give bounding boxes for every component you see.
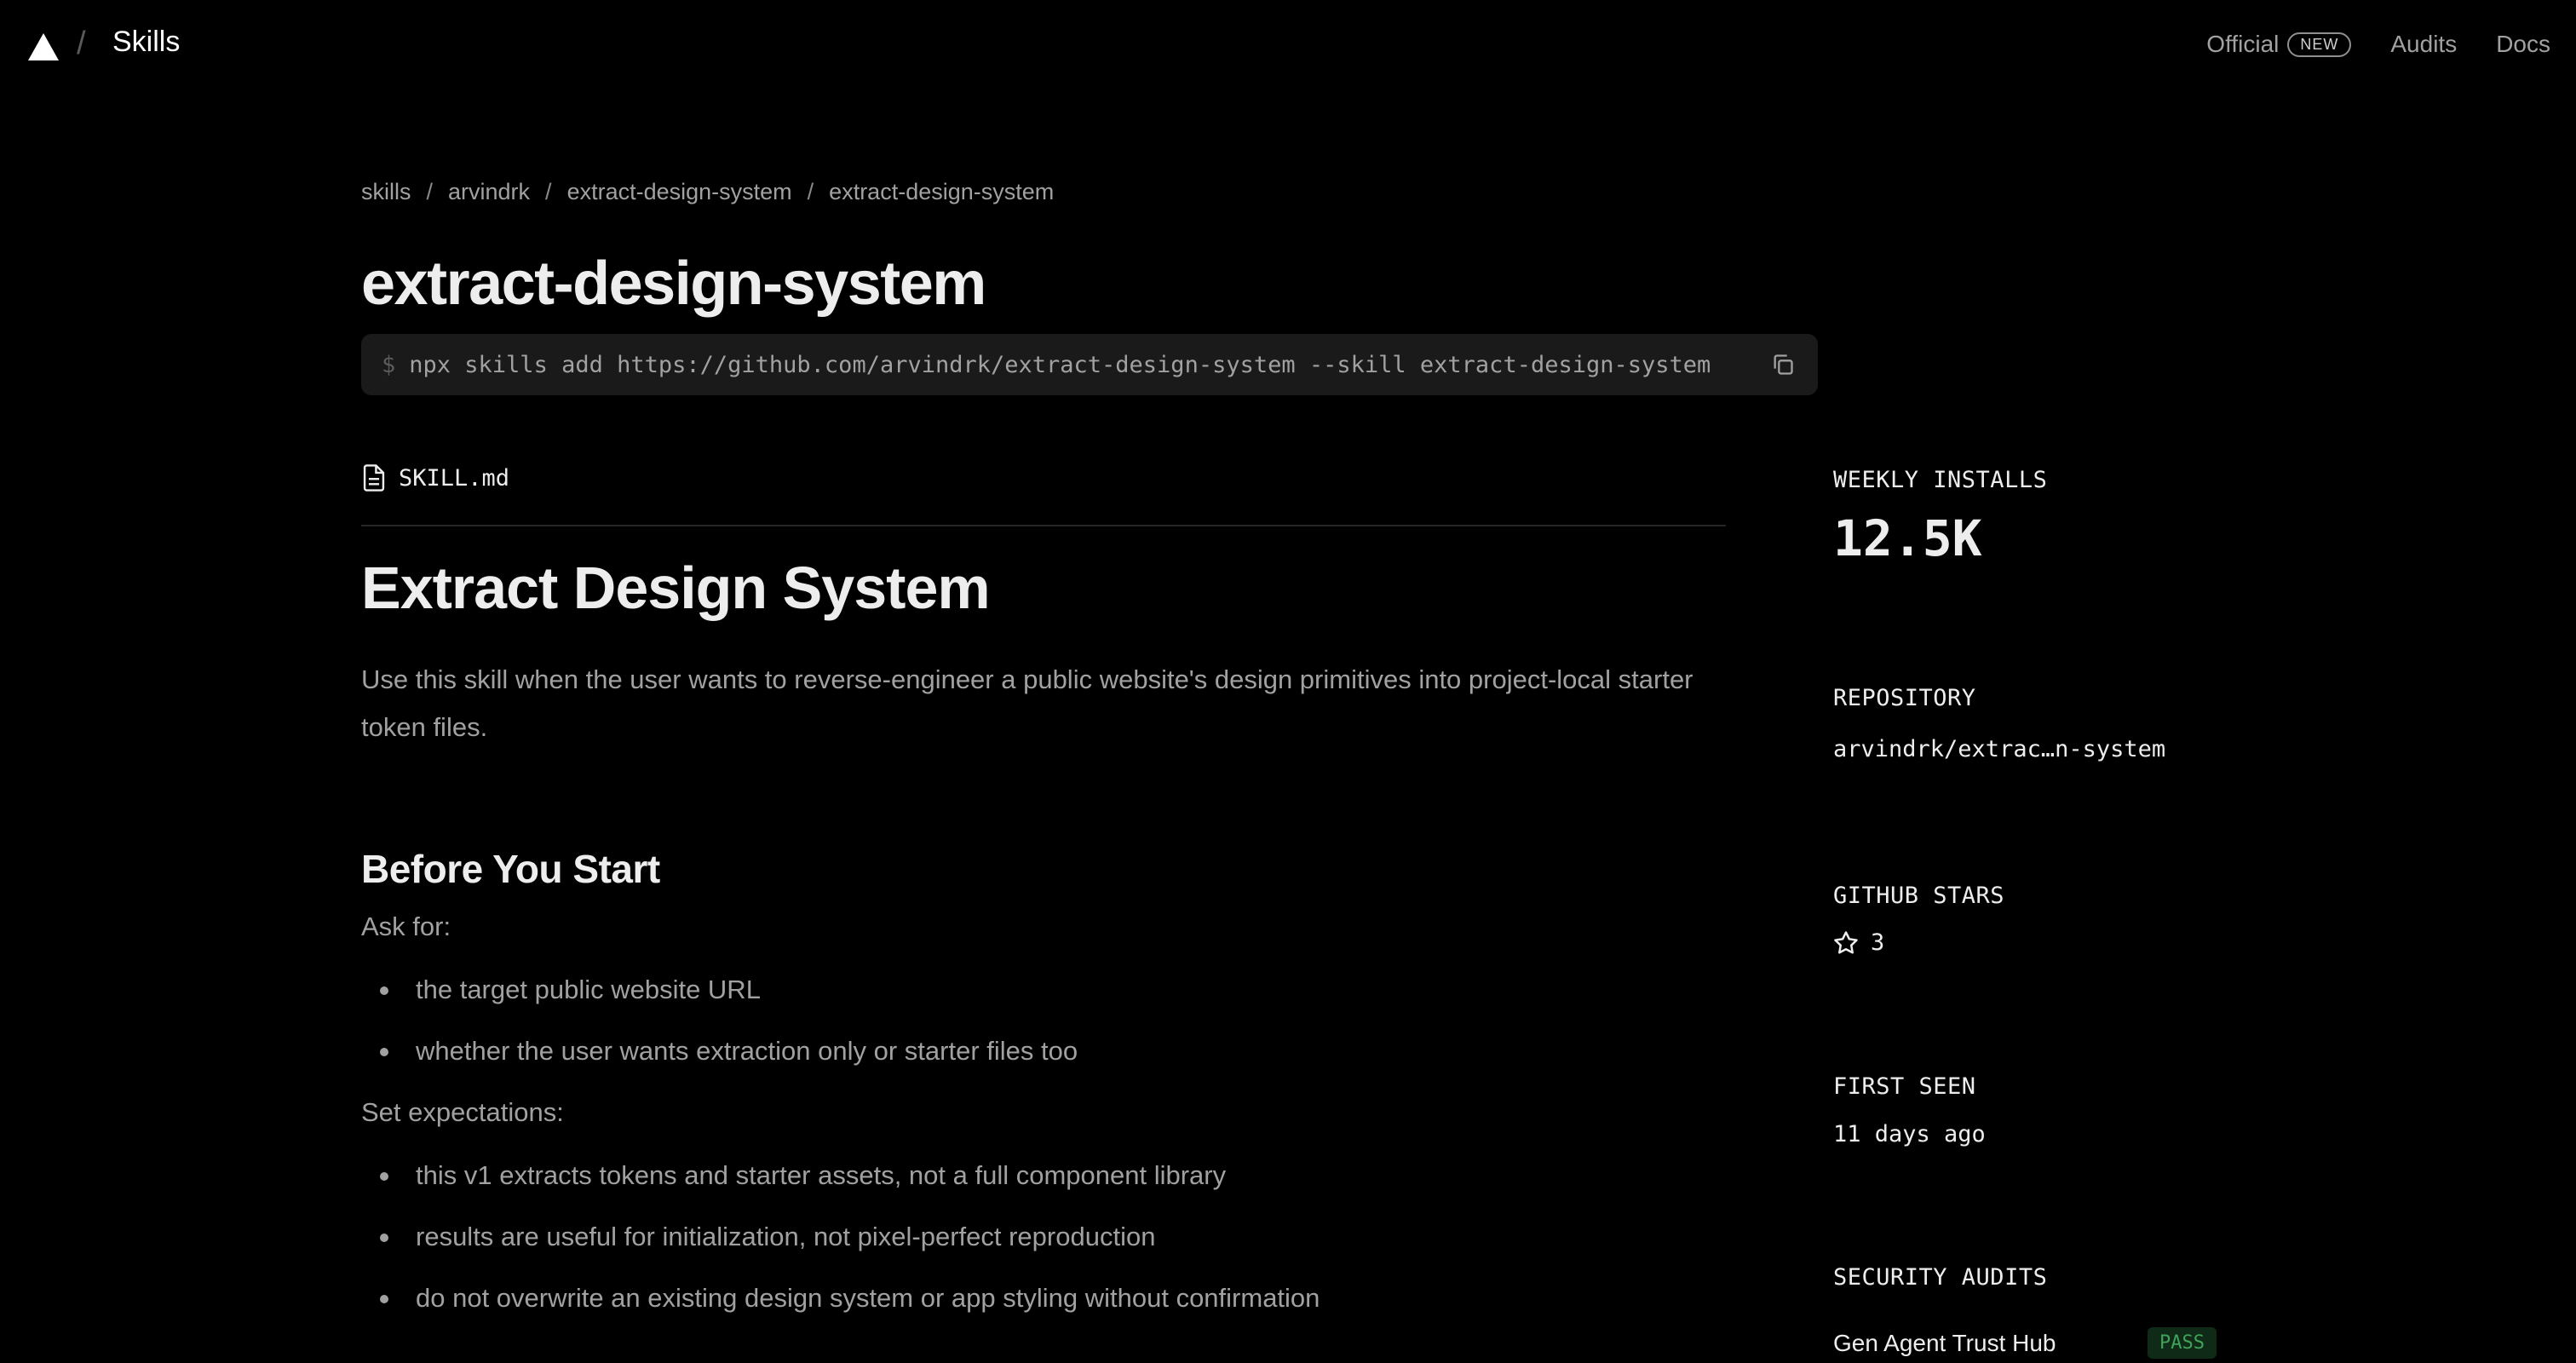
nav-links: Official NEW Audits Docs	[2206, 31, 2550, 58]
list-item: results are useful for initialization, n…	[361, 1218, 1726, 1256]
page: / Skills Official NEW Audits Docs skills…	[0, 0, 2576, 1363]
file-tab[interactable]: SKILL.md	[361, 463, 509, 492]
skill-article: Extract Design System Use this skill whe…	[361, 545, 1726, 1341]
article-heading: Extract Design System	[361, 555, 991, 621]
repository-link[interactable]: arvindrk/extrac…n-system	[1833, 736, 2165, 762]
new-badge: NEW	[2287, 32, 2352, 57]
nav-link-official-label: Official	[2206, 31, 2280, 57]
command-prompt: $	[382, 351, 396, 378]
repository-value: arvindrk/extrac…n-system	[1833, 736, 2165, 762]
repository-label: REPOSITORY	[1833, 685, 1976, 711]
first-seen-value: 11 days ago	[1833, 1121, 1986, 1147]
breadcrumb-separator: /	[426, 179, 434, 204]
section-heading-before-you-start: Before You Start	[361, 847, 660, 891]
set-expectations-label: Set expectations:	[361, 1097, 564, 1127]
breadcrumb-item-current: extract-design-system	[829, 179, 1055, 204]
list-item: this v1 extracts tokens and starter asse…	[361, 1157, 1726, 1194]
command-text[interactable]: npx skills add https://github.com/arvind…	[409, 352, 1762, 378]
weekly-installs-label: WEEKLY INSTALLS	[1833, 467, 2048, 493]
ask-for-list: the target public website URL whether th…	[361, 971, 1726, 1070]
page-title: extract-design-system	[361, 250, 986, 318]
breadcrumb-item-skills[interactable]: skills	[361, 179, 411, 205]
nav-link-audits[interactable]: Audits	[2390, 31, 2457, 58]
list-item: the target public website URL	[361, 971, 1726, 1009]
copy-icon	[1774, 354, 1793, 375]
breadcrumb: skills / arvindrk / extract-design-syste…	[361, 179, 1054, 205]
audit-row: Gen Agent Trust Hub PASS	[1833, 1327, 2217, 1359]
copy-button[interactable]	[1768, 350, 1797, 379]
audit-name[interactable]: Gen Agent Trust Hub	[1833, 1330, 2056, 1357]
nav-link-official[interactable]: Official NEW	[2206, 31, 2352, 58]
github-stars-value: 3	[1833, 929, 1884, 956]
list-item: do not overwrite an existing design syst…	[361, 1280, 1726, 1317]
ask-for-label: Ask for:	[361, 912, 451, 941]
star-icon	[1834, 930, 1858, 954]
breadcrumb-item-repo[interactable]: extract-design-system	[567, 179, 792, 205]
breadcrumb-separator: /	[545, 179, 552, 204]
article-lead: Use this skill when the user wants to re…	[361, 664, 1693, 742]
divider	[361, 525, 1726, 526]
audit-status-badge: PASS	[2148, 1327, 2217, 1359]
nav-title-skills[interactable]: Skills	[112, 26, 180, 59]
top-nav: / Skills Official NEW Audits Docs	[0, 0, 2576, 95]
install-command: $ npx skills add https://github.com/arvi…	[361, 334, 1818, 395]
file-name: SKILL.md	[399, 464, 510, 492]
nav-separator: /	[77, 26, 86, 61]
breadcrumb-separator: /	[807, 179, 814, 204]
file-icon	[363, 464, 385, 492]
first-seen-label: FIRST SEEN	[1833, 1073, 1976, 1100]
set-expectations-list: this v1 extracts tokens and starter asse…	[361, 1157, 1726, 1317]
weekly-installs-value: 12.5K	[1833, 509, 1982, 567]
github-stars-count: 3	[1871, 929, 1885, 956]
nav-link-docs[interactable]: Docs	[2496, 31, 2550, 58]
github-stars-label: GITHUB STARS	[1833, 883, 2005, 909]
breadcrumb-item-owner[interactable]: arvindrk	[448, 179, 530, 205]
list-item: whether the user wants extraction only o…	[361, 1032, 1726, 1070]
triangle-logo-icon	[28, 33, 59, 60]
security-audits-label: SECURITY AUDITS	[1833, 1264, 2048, 1291]
